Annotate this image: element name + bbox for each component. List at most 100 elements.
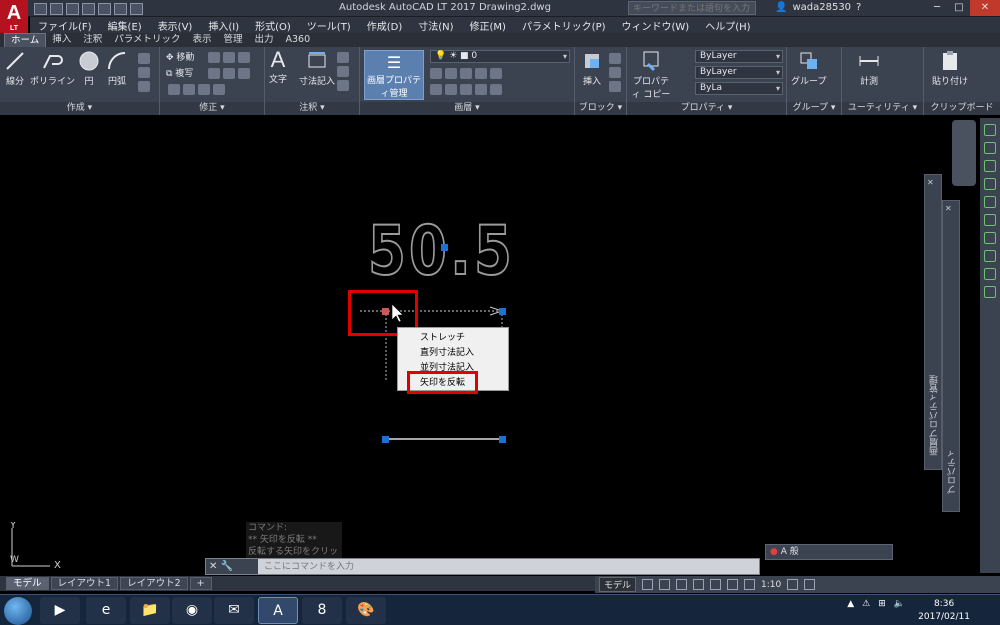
tab-layout2[interactable]: レイアウト2	[120, 577, 188, 590]
redo-icon[interactable]	[130, 2, 143, 15]
properties-palette-close-icon[interactable]: ✕	[945, 204, 952, 213]
menu-file[interactable]: ファイル(F)	[30, 18, 100, 33]
utilities-panel-title[interactable]: ユーティリティ ▾	[842, 102, 923, 115]
trim-icon[interactable]	[223, 52, 235, 63]
menu-format[interactable]: 形式(O)	[247, 18, 299, 33]
layer-isolate-icon[interactable]	[445, 68, 457, 79]
match-properties-tool[interactable]: プロパティ コピー	[631, 50, 671, 100]
workspace-gear-icon[interactable]	[787, 579, 799, 590]
autocad-taskbar-icon[interactable]: A	[258, 597, 298, 624]
leader-icon[interactable]	[337, 52, 349, 63]
open-file-icon[interactable]	[50, 2, 63, 15]
annotation-scale[interactable]: 1:10	[761, 580, 781, 590]
viewcube-icon[interactable]	[952, 120, 976, 186]
paint-icon[interactable]: 🎨	[346, 597, 386, 624]
layer-lock-icon[interactable]	[475, 68, 487, 79]
measure-tool-icon[interactable]	[984, 214, 996, 226]
tab-output[interactable]: 出力	[249, 33, 280, 47]
network-icon[interactable]: ⊞	[878, 599, 886, 609]
array-icon[interactable]	[198, 84, 210, 95]
paint-shop-icon[interactable]: 8	[302, 597, 342, 624]
circle-tool[interactable]: 円	[78, 50, 100, 87]
menu-item-continue-dimension[interactable]: 直列寸法記入	[398, 346, 508, 361]
tab-home[interactable]: ホーム	[4, 33, 47, 47]
keyword-search-input[interactable]	[628, 1, 756, 15]
color-dropdown[interactable]: ByLayer	[695, 50, 783, 63]
show-hidden-icon[interactable]: ▲	[847, 599, 854, 609]
menu-dimension[interactable]: 寸法(N)	[410, 18, 461, 33]
layer-freeze-icon[interactable]	[460, 68, 472, 79]
annotation-monitor[interactable]: ● A 般	[765, 544, 893, 560]
layers-panel-title[interactable]: 画層 ▾	[360, 102, 574, 115]
tab-view[interactable]: 表示	[186, 33, 217, 47]
osnap-icon[interactable]	[710, 579, 722, 590]
arc-tool[interactable]: 円弧	[106, 50, 128, 87]
file-explorer-icon[interactable]: 📁	[130, 597, 170, 624]
table-icon[interactable]	[337, 66, 349, 77]
block-panel-title[interactable]: ブロック ▾	[575, 102, 626, 115]
linetype-dropdown[interactable]: ByLayer	[695, 66, 783, 79]
group-panel-title[interactable]: グループ ▾	[787, 102, 841, 115]
tab-model[interactable]: モデル	[6, 577, 49, 590]
ortho-icon[interactable]	[676, 579, 688, 590]
layer-unlock-icon[interactable]	[475, 84, 487, 95]
print-icon[interactable]	[98, 2, 111, 15]
internet-explorer-icon[interactable]: e	[86, 597, 126, 624]
media-player-icon[interactable]: ▶	[40, 597, 80, 624]
antivirus-icon[interactable]: ⚠	[862, 599, 870, 609]
hatch-icon[interactable]	[138, 67, 150, 78]
customize-icon[interactable]	[804, 579, 816, 590]
tab-add-layout[interactable]: +	[189, 577, 212, 590]
menu-insert[interactable]: 挿入(I)	[200, 18, 247, 33]
close-icon[interactable]: ✕	[970, 0, 1000, 16]
pan-tool-icon[interactable]	[984, 160, 996, 172]
block-attr-icon[interactable]	[609, 81, 621, 92]
draw-panel-title[interactable]: 作成 ▾	[0, 102, 159, 115]
modify-panel-title[interactable]: 修正 ▾	[160, 102, 264, 115]
polyline-tool[interactable]: ポリライン	[30, 50, 75, 87]
layer-off-icon[interactable]	[430, 68, 442, 79]
properties-palette[interactable]: ✕ プロパティ	[942, 200, 960, 512]
user-name[interactable]: wada28530	[792, 2, 851, 13]
thunderbird-icon[interactable]: ✉	[214, 597, 254, 624]
menu-help[interactable]: ヘルプ(H)	[697, 18, 758, 33]
edit-block-icon[interactable]	[609, 67, 621, 78]
maximize-icon[interactable]: □	[948, 0, 970, 16]
scale-icon[interactable]	[183, 84, 195, 95]
text-tool[interactable]: A 文字	[269, 48, 287, 86]
lineweight-icon[interactable]	[727, 579, 739, 590]
save-icon[interactable]	[66, 2, 79, 15]
copy-tool[interactable]: ⧉ 複写	[166, 66, 193, 79]
grid-icon[interactable]	[642, 579, 654, 590]
orbit-tool-icon[interactable]	[984, 142, 996, 154]
tab-insert[interactable]: 挿入	[46, 33, 77, 47]
menu-window[interactable]: ウィンドウ(W)	[614, 18, 698, 33]
nav-tool-icon[interactable]	[984, 196, 996, 208]
layer-properties-palette[interactable]: ✕ 画層プロパティ管理	[924, 174, 942, 470]
mirror-icon[interactable]	[208, 68, 220, 79]
app-menu-button[interactable]: A LT	[0, 0, 28, 34]
selection-cycle-icon[interactable]	[744, 579, 756, 590]
tab-annotate[interactable]: 注釈	[77, 33, 108, 47]
new-file-icon[interactable]	[34, 2, 47, 15]
polar-icon[interactable]	[693, 579, 705, 590]
volume-icon[interactable]: 🔈	[894, 599, 905, 609]
help-icon[interactable]: ?	[856, 2, 861, 13]
extend-tool-icon[interactable]	[984, 286, 996, 298]
menu-parametric[interactable]: パラメトリック(P)	[514, 18, 614, 33]
stretch-icon[interactable]	[168, 84, 180, 95]
lineweight-dropdown[interactable]: ByLa	[695, 82, 783, 95]
menu-modify[interactable]: 修正(M)	[462, 18, 514, 33]
refresh-tool-icon[interactable]	[984, 268, 996, 280]
annotation-panel-title[interactable]: 注釈 ▾	[265, 102, 359, 115]
group-tool[interactable]: グループ	[791, 50, 826, 87]
circle-tool-icon[interactable]	[984, 250, 996, 262]
paste-tool[interactable]: 貼り付け	[932, 50, 968, 87]
menu-edit[interactable]: 編集(E)	[100, 18, 150, 33]
create-block-icon[interactable]	[609, 53, 621, 64]
menu-item-stretch[interactable]: ストレッチ	[398, 331, 508, 346]
tab-a360[interactable]: A360	[280, 33, 317, 47]
snap-icon[interactable]	[659, 579, 671, 590]
region-icon[interactable]	[138, 81, 150, 92]
zoom-tool-icon[interactable]	[984, 178, 996, 190]
